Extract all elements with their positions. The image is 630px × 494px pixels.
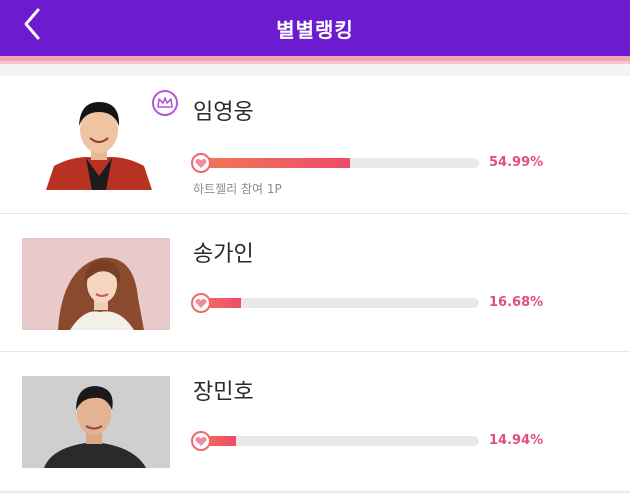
vote-percentage: 54.99% — [489, 155, 544, 170]
artist-name: 임영웅 — [193, 100, 254, 125]
ranking-list: 임영웅 54.99% 하트젤리 참여 1P 송가인 16.68% 장민호 14.… — [0, 76, 630, 492]
crown-icon — [152, 90, 178, 116]
app-header: 별별랭킹 — [0, 0, 630, 56]
vote-percentage: 16.68% — [489, 295, 544, 310]
heart-icon — [191, 153, 211, 173]
ranking-row[interactable]: 임영웅 54.99% 하트젤리 참여 1P — [0, 76, 630, 214]
participation-label: 하트젤리 참여 1P — [193, 182, 282, 196]
page-title: 별별랭킹 — [276, 17, 354, 42]
artist-name: 송가인 — [193, 242, 254, 267]
artist-name: 장민호 — [193, 380, 254, 405]
back-button[interactable] — [16, 6, 50, 42]
artist-photo — [22, 238, 170, 330]
vote-progress-bar — [191, 431, 479, 451]
portrait-image — [22, 238, 170, 330]
vote-progress-fill — [193, 158, 351, 168]
heart-icon — [191, 293, 211, 313]
vote-percentage: 14.94% — [489, 433, 544, 448]
portrait-image — [22, 376, 170, 468]
ranking-screen: 별별랭킹 임영웅 54.99% 하트젤리 참여 1P 송가인 16.68% 장민… — [0, 0, 630, 494]
heart-icon — [191, 431, 211, 451]
ranking-row[interactable]: 장민호 14.94% — [0, 352, 630, 492]
vote-progress-bar — [191, 153, 479, 173]
chevron-left-icon — [24, 8, 40, 40]
portrait-image — [46, 96, 152, 190]
artist-photo — [22, 376, 170, 468]
header-divider — [0, 56, 630, 64]
ranking-row[interactable]: 송가인 16.68% — [0, 214, 630, 352]
vote-progress-bar — [191, 293, 479, 313]
artist-photo — [46, 96, 152, 190]
